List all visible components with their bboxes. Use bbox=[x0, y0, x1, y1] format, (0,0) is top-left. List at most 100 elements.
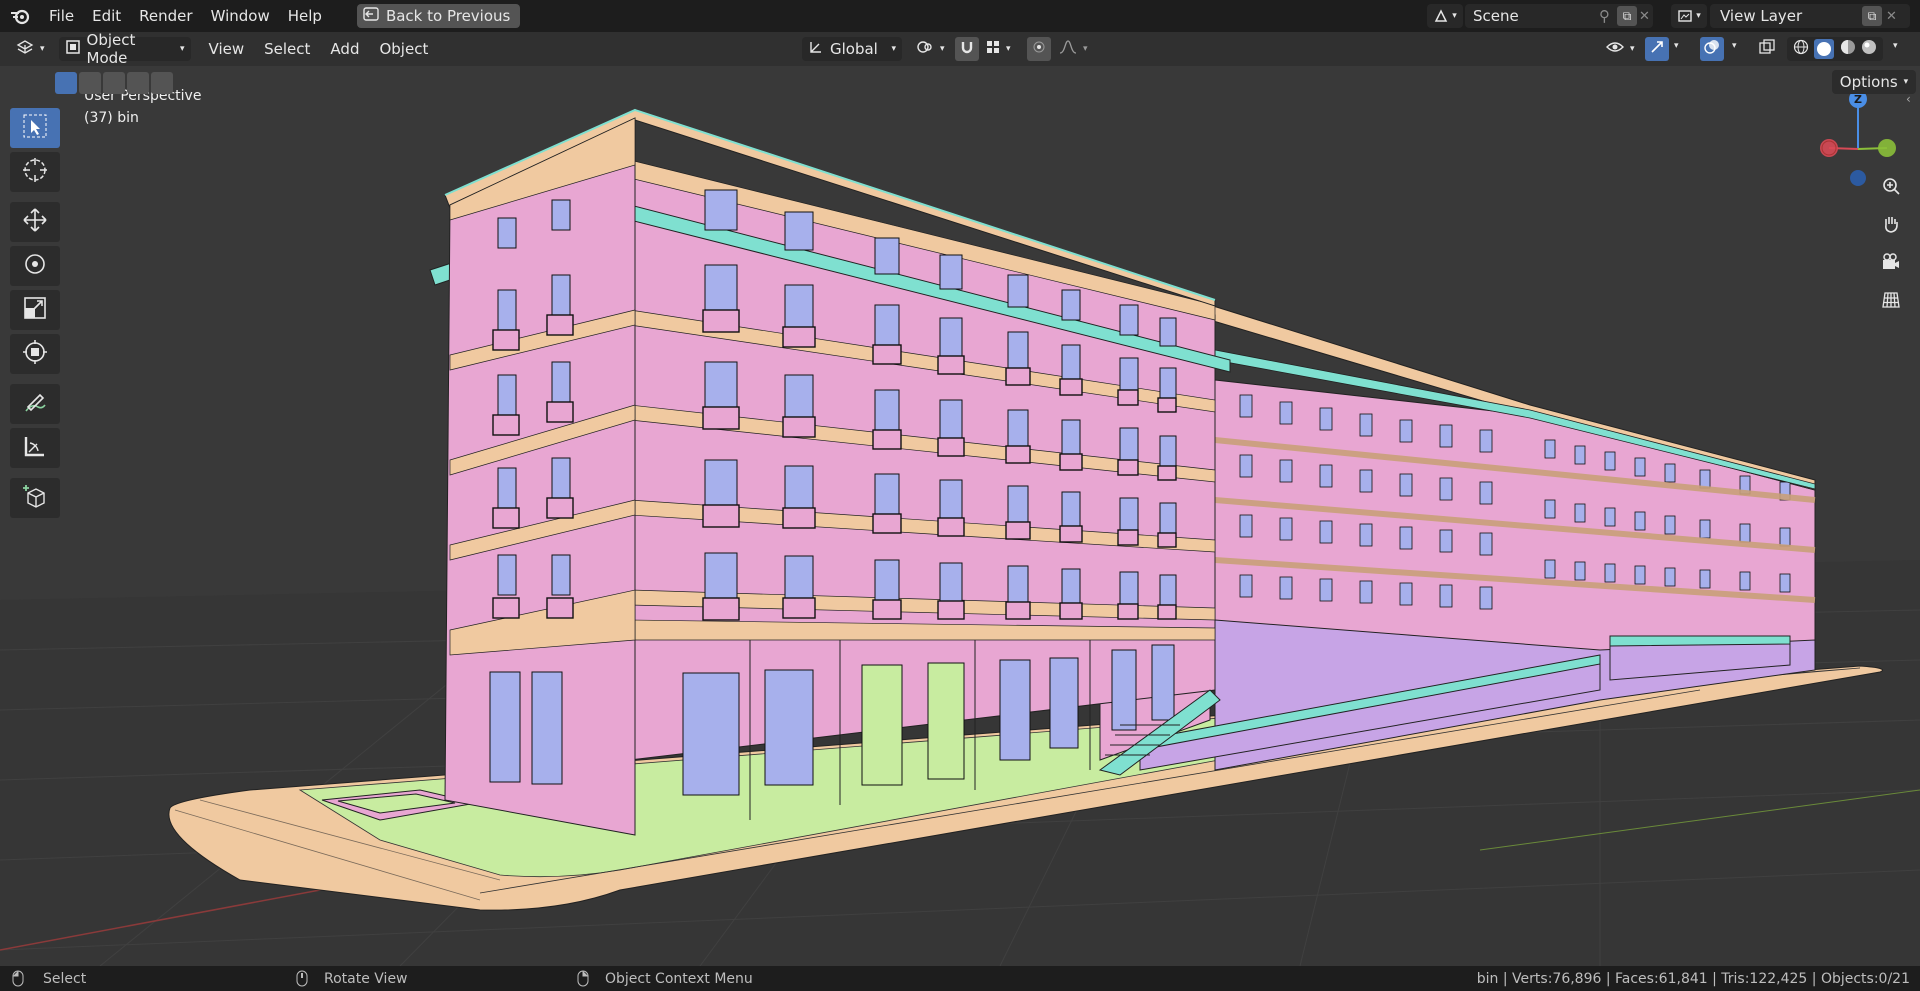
rotate-tool[interactable] bbox=[10, 246, 60, 286]
overlays-toggle[interactable] bbox=[1700, 37, 1724, 61]
editor-type-dropdown[interactable]: ▾ bbox=[10, 37, 51, 61]
orientation-icon bbox=[808, 39, 824, 59]
rotate-icon bbox=[22, 251, 48, 281]
menu-file[interactable]: File bbox=[40, 0, 83, 32]
menu-help[interactable]: Help bbox=[279, 0, 331, 32]
transform-icon bbox=[22, 339, 48, 369]
status-select-label: Select bbox=[43, 970, 87, 987]
scene-statistics: bin | Verts:76,896 | Faces:61,841 | Tris… bbox=[1476, 970, 1910, 987]
select-invert-mode[interactable] bbox=[127, 72, 149, 94]
select-cursor-icon bbox=[22, 113, 48, 143]
shading-group bbox=[1787, 37, 1883, 61]
active-object-label: (37) bin bbox=[84, 110, 139, 126]
delete-view-layer-icon[interactable]: ✕ bbox=[1886, 9, 1897, 24]
falloff-icon bbox=[1059, 40, 1077, 58]
annotate-pen-icon bbox=[22, 389, 48, 419]
select-new-mode[interactable] bbox=[55, 72, 77, 94]
overlays-dropdown-icon[interactable]: ▾ bbox=[1732, 41, 1737, 51]
snap-target-dropdown[interactable]: ▾ bbox=[980, 37, 1017, 61]
object-mode-icon bbox=[65, 39, 81, 59]
menu-render[interactable]: Render bbox=[130, 0, 201, 32]
scene-type-icon[interactable]: ▾ bbox=[1427, 4, 1463, 28]
menu-edit[interactable]: Edit bbox=[83, 0, 130, 32]
cursor-tool[interactable] bbox=[10, 152, 60, 192]
back-to-previous-button[interactable]: Back to Previous bbox=[356, 4, 521, 28]
pivot-dropdown[interactable]: ▾ bbox=[910, 37, 951, 61]
xray-toggle[interactable] bbox=[1756, 38, 1778, 60]
ortho-grid-icon[interactable] bbox=[1873, 282, 1909, 318]
ruler-icon bbox=[22, 433, 48, 463]
back-to-previous-label: Back to Previous bbox=[385, 7, 511, 25]
3d-cursor-icon bbox=[22, 157, 48, 187]
zoom-icon[interactable] bbox=[1873, 168, 1909, 204]
sidebar-toggle-icon[interactable]: ‹ bbox=[1906, 92, 1911, 106]
add-cube-tool[interactable] bbox=[10, 478, 60, 518]
status-context-label: Object Context Menu bbox=[605, 970, 753, 987]
menu-window[interactable]: Window bbox=[202, 0, 279, 32]
select-intersect-mode[interactable] bbox=[151, 72, 173, 94]
mouse-right-icon bbox=[577, 970, 589, 991]
falloff-dropdown[interactable]: ▾ bbox=[1053, 37, 1094, 61]
new-scene-icon[interactable]: ⧉ bbox=[1617, 6, 1637, 26]
status-bar: Select Rotate View Object Context Menu b… bbox=[0, 966, 1920, 991]
select-subtract-mode[interactable] bbox=[103, 72, 125, 94]
snap-grid-icon bbox=[986, 40, 1000, 58]
view-layer-name: View Layer bbox=[1720, 7, 1803, 25]
eye-icon bbox=[1606, 40, 1624, 58]
pan-hand-icon[interactable] bbox=[1873, 206, 1909, 242]
mode-dropdown[interactable]: Object Mode ▾ bbox=[58, 31, 191, 67]
proportional-icon bbox=[1032, 40, 1046, 58]
annotate-tool[interactable] bbox=[10, 384, 60, 424]
rendered-shading-icon[interactable] bbox=[1861, 39, 1877, 59]
move-arrows-icon bbox=[22, 207, 48, 237]
orientation-label: Global bbox=[830, 40, 878, 58]
new-view-layer-icon[interactable]: ⧉ bbox=[1862, 6, 1882, 26]
options-label: Options bbox=[1839, 73, 1898, 91]
viewport-editor-icon bbox=[16, 39, 34, 59]
magnet-icon bbox=[960, 40, 974, 58]
mouse-middle-icon bbox=[296, 970, 308, 991]
wireframe-shading-icon[interactable] bbox=[1793, 39, 1809, 59]
status-rotate-label: Rotate View bbox=[324, 970, 408, 987]
menu-object[interactable]: Object bbox=[369, 40, 438, 58]
select-box-tool[interactable] bbox=[10, 108, 60, 148]
camera-view-icon[interactable] bbox=[1873, 244, 1909, 280]
gizmo-toggle[interactable] bbox=[1645, 37, 1669, 61]
gizmo-icon bbox=[1650, 40, 1664, 58]
transform-orientation-dropdown[interactable]: Global ▾ bbox=[802, 37, 902, 61]
gizmo-z-label: Z bbox=[1854, 93, 1862, 106]
scale-tool[interactable] bbox=[10, 290, 60, 330]
blender-logo-icon[interactable] bbox=[0, 0, 40, 32]
select-extend-mode[interactable] bbox=[79, 72, 101, 94]
move-tool[interactable] bbox=[10, 202, 60, 242]
gizmo-dropdown-icon[interactable]: ▾ bbox=[1674, 41, 1679, 51]
visibility-dropdown[interactable]: ▾ bbox=[1600, 37, 1641, 61]
add-cube-icon bbox=[22, 483, 48, 513]
scene-render bbox=[0, 108, 1920, 966]
mode-label: Object Mode bbox=[86, 31, 136, 67]
solid-shading-icon[interactable] bbox=[1814, 39, 1835, 59]
menu-view[interactable]: View bbox=[199, 40, 255, 58]
xray-icon bbox=[1759, 39, 1775, 59]
measure-tool[interactable] bbox=[10, 428, 60, 468]
overlays-icon bbox=[1704, 39, 1720, 59]
scene-selector[interactable]: Scene ⚲ ⧉ ✕ bbox=[1465, 4, 1653, 28]
material-shading-icon[interactable] bbox=[1840, 39, 1856, 59]
back-icon bbox=[363, 7, 379, 25]
viewport-header: ▾ Object Mode ▾ View Select Add Object G… bbox=[0, 31, 1920, 67]
view-layer-selector[interactable]: View Layer ⧉ ✕ bbox=[1710, 4, 1910, 28]
transform-tool[interactable] bbox=[10, 334, 60, 374]
proportional-edit-toggle[interactable] bbox=[1027, 37, 1051, 61]
menu-add[interactable]: Add bbox=[320, 40, 369, 58]
mouse-left-icon bbox=[12, 970, 24, 991]
shading-dropdown-icon[interactable]: ▾ bbox=[1893, 41, 1898, 51]
pin-icon[interactable]: ⚲ bbox=[1599, 7, 1610, 25]
snap-toggle[interactable] bbox=[955, 37, 979, 61]
delete-scene-icon[interactable]: ✕ bbox=[1639, 9, 1650, 24]
menu-select[interactable]: Select bbox=[254, 40, 320, 58]
tool-shelf bbox=[10, 108, 62, 522]
options-dropdown[interactable]: Options ▾ bbox=[1832, 70, 1916, 94]
3d-viewport[interactable]: User Perspective (37) bin Z ‹ bbox=[0, 66, 1920, 966]
view-layer-icon[interactable]: ▾ bbox=[1671, 4, 1707, 28]
pivot-icon bbox=[916, 39, 934, 59]
